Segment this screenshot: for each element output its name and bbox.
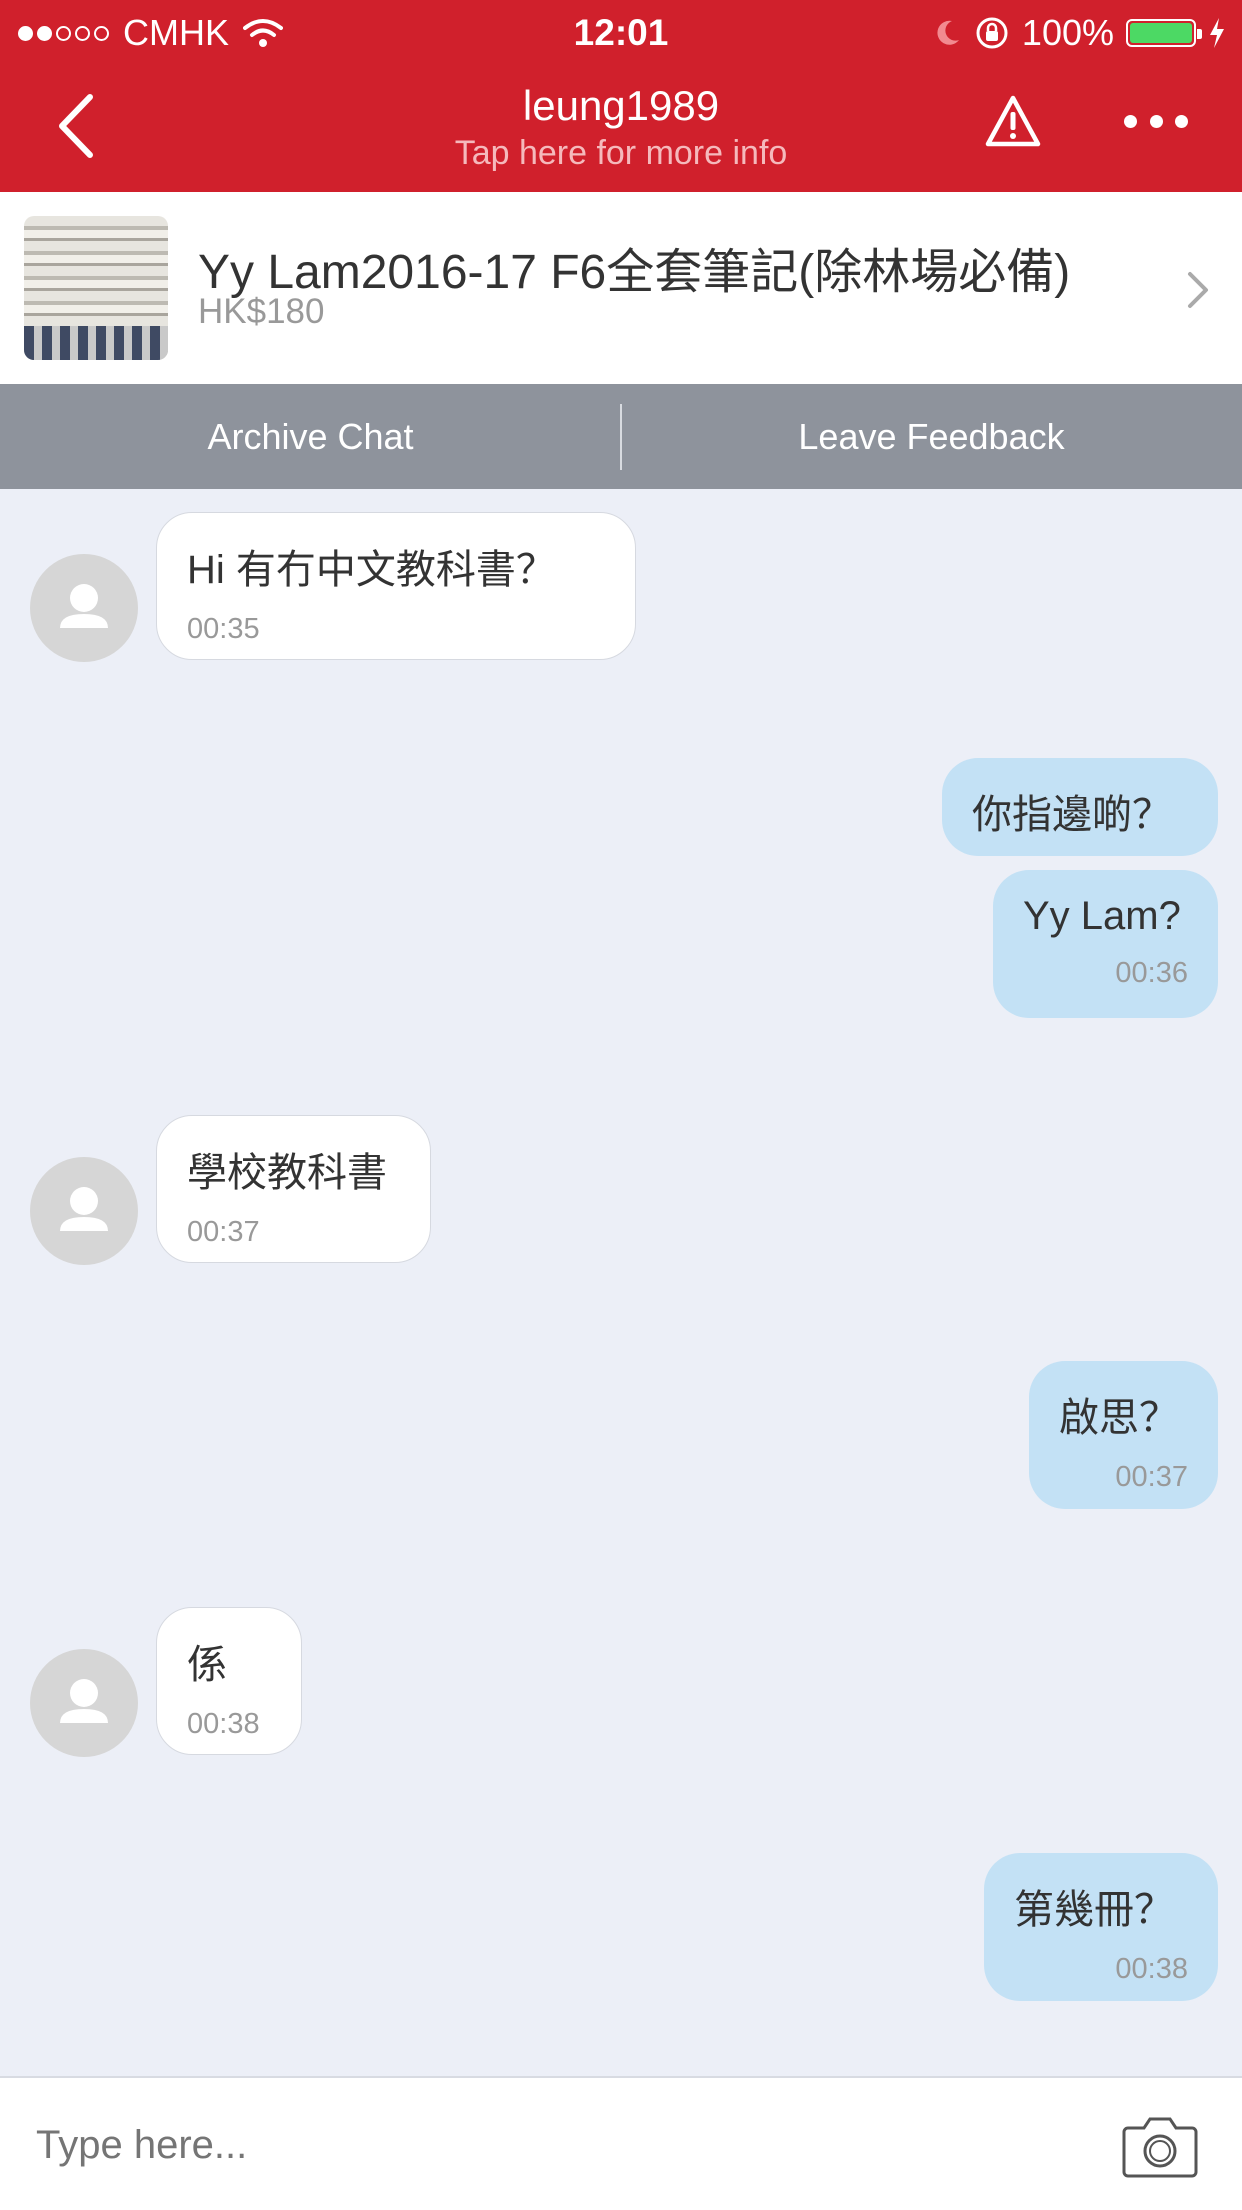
chat-partner-name[interactable]: leung1989 [250,82,992,130]
message-bubble-outgoing[interactable]: 你指邊啲？ [942,758,1218,856]
user-icon [60,1187,108,1231]
message-time: 00:38 [187,1708,260,1740]
camera-button[interactable] [1122,2114,1198,2178]
camera-icon [1122,2117,1198,2178]
listing-card[interactable]: Yy Lam2016-17 F6全套筆記(除林場必備) HK$180 [0,192,1242,384]
message-time: 00:38 [1115,1953,1188,1985]
action-divider [620,404,622,470]
archive-chat-button[interactable]: Archive Chat [0,384,621,489]
leave-feedback-button[interactable]: Leave Feedback [621,384,1242,489]
message-time: 00:37 [1115,1461,1188,1493]
action-bar: Archive Chat Leave Feedback [0,384,1242,489]
avatar[interactable] [30,554,138,662]
message-time: 00:35 [187,613,260,645]
report-button[interactable] [984,94,1042,148]
do-not-disturb-icon [937,20,959,45]
status-bar: CMHK 12:01 100% [0,0,1242,62]
message-text: Hi 有冇中文教科書？ [187,548,556,592]
user-icon [60,1679,108,1723]
more-dot [1175,114,1188,128]
more-dot [1149,114,1163,128]
status-right: 100% [920,12,1226,54]
listing-price: HK$180 [198,292,325,331]
back-button[interactable] [46,86,106,166]
message-bubble-incoming[interactable]: 學校教科書 00:37 [156,1115,431,1263]
message-time: 00:36 [1115,957,1188,989]
orientation-lock-icon [976,17,1008,49]
more-options-button[interactable] [1124,96,1188,146]
listing-title: Yy Lam2016-17 F6全套筆記(除林場必備) [198,246,1071,299]
charging-icon [1210,18,1224,48]
listing-thumbnail [24,216,168,360]
message-text: Yy Lam? [1023,894,1181,938]
message-text: 學校教科書 [187,1151,387,1195]
message-text: 你指邊啲？ [972,793,1172,837]
user-icon [60,584,108,628]
more-info-link[interactable]: Tap here for more info [250,134,992,173]
header: CMHK 12:01 100% leung1989 Tap here for m… [0,0,1242,192]
more-dot [1124,114,1137,128]
warning-icon [985,95,1041,147]
chevron-left-icon [59,94,93,158]
battery-percent: 100% [1021,12,1114,53]
chevron-right-icon [1188,272,1208,308]
message-time: 00:37 [187,1216,260,1248]
composer-bar [0,2076,1242,2210]
message-bubble-incoming[interactable]: Hi 有冇中文教科書？ 00:35 [156,512,636,660]
avatar[interactable] [30,1649,138,1757]
message-text: 係 [187,1643,227,1687]
message-text: 第幾冊？ [1014,1888,1174,1932]
message-bubble-incoming[interactable]: 係 00:38 [156,1607,302,1755]
message-input[interactable] [34,2122,1038,2169]
message-bubble-outgoing[interactable]: Yy Lam? 00:36 [993,870,1218,1018]
message-bubble-outgoing[interactable]: 啟思？ 00:37 [1029,1361,1218,1509]
avatar[interactable] [30,1157,138,1265]
message-bubble-outgoing[interactable]: 第幾冊？ 00:38 [984,1853,1218,2001]
message-text: 啟思？ [1059,1396,1179,1440]
battery-icon [1126,19,1202,47]
